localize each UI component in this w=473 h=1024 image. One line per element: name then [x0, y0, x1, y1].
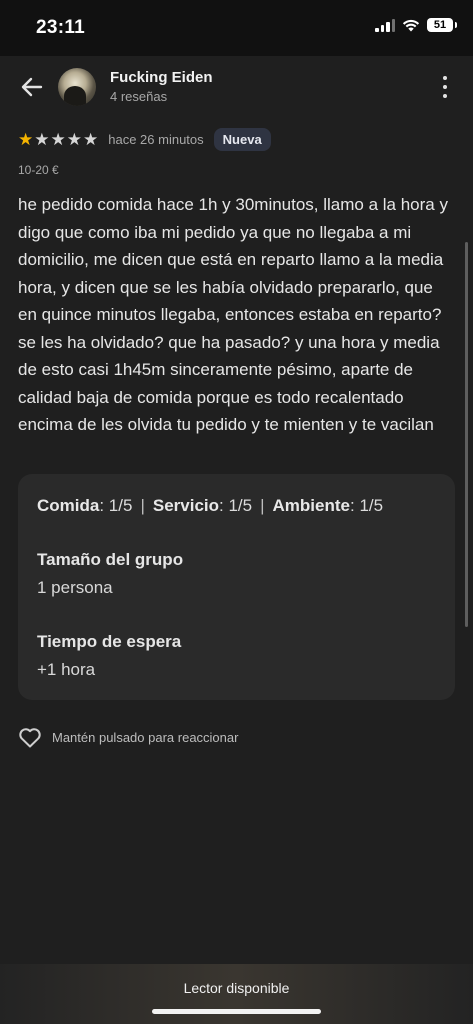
react-button[interactable]: Mantén pulsado para reaccionar: [18, 726, 238, 748]
service-value: 1/5: [228, 496, 253, 515]
reader-bar[interactable]: Lector disponible: [0, 964, 473, 1024]
star-icon: ★: [66, 130, 82, 149]
new-badge: Nueva: [213, 128, 271, 151]
rating-row: ★ ★ ★ ★ ★ hace 26 minutos Nueva: [18, 128, 271, 151]
star-icon: ★: [50, 130, 66, 149]
star-icon: ★: [83, 130, 99, 149]
reader-available-label[interactable]: Lector disponible: [0, 980, 473, 996]
home-indicator[interactable]: [152, 1009, 321, 1014]
battery-icon: 51: [427, 18, 457, 32]
star-icon: ★: [18, 130, 34, 149]
wait-time-label: Tiempo de espera: [37, 632, 182, 651]
review-text: he pedido comida hace 1h y 30minutos, ll…: [18, 195, 448, 434]
aspect-ratings: Comida: 1/5 | Servicio: 1/5 | Ambiente: 1/5: [37, 496, 384, 515]
group-size-label: Tamaño del grupo: [37, 550, 184, 569]
status-icons: 51: [375, 18, 457, 32]
wait-time-value: +1 hora: [37, 660, 96, 679]
ambience-value: 1/5: [359, 496, 384, 515]
food-value: 1/5: [108, 496, 133, 515]
scrollbar[interactable]: [465, 242, 468, 627]
reviewer-review-count: 4 reseñas: [110, 89, 168, 104]
react-label: Mantén pulsado para reaccionar: [52, 729, 239, 745]
reviewer-name[interactable]: Fucking Eiden: [110, 69, 213, 86]
ambience-label: Ambiente: [272, 496, 350, 515]
header: Fucking Eiden 4 reseñas: [0, 56, 473, 120]
screen: 23:11 51 Fucking Eiden 4 reseñas ★ ★ ★ ★: [0, 0, 473, 1024]
status-bar: 23:11 51: [0, 0, 473, 56]
price-range: 10-20 €: [18, 163, 59, 177]
wifi-icon: [402, 19, 420, 32]
star-rating: ★ ★ ★ ★ ★: [18, 131, 98, 148]
status-time: 23:11: [36, 17, 86, 38]
cellular-signal-icon: [375, 18, 395, 32]
food-label: Comida: [37, 496, 100, 515]
back-arrow-icon[interactable]: [18, 73, 46, 101]
service-label: Servicio: [152, 496, 220, 515]
review-time: hace 26 minutos: [108, 132, 204, 147]
star-icon: ★: [34, 130, 50, 149]
group-size-value: 1 persona: [37, 578, 113, 597]
review-details-card: Comida: 1/5 | Servicio: 1/5 | Ambiente: 1/5 …: [18, 474, 455, 700]
avatar[interactable]: [58, 68, 96, 106]
more-options-icon[interactable]: [441, 76, 449, 98]
heart-outline-icon[interactable]: [18, 726, 42, 748]
